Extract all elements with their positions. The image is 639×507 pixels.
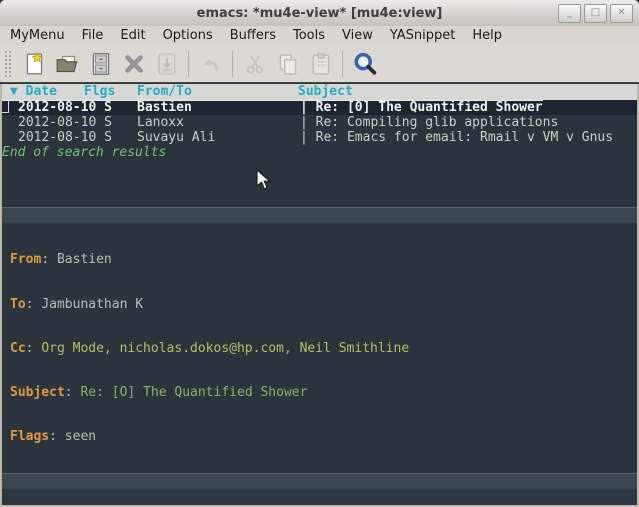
cut-icon — [242, 51, 268, 77]
toolbar-separator — [188, 51, 189, 77]
close-x-icon — [121, 51, 147, 77]
save-button[interactable] — [84, 48, 117, 80]
new-file-button[interactable] — [18, 48, 51, 80]
menu-item-tools[interactable]: Tools — [293, 28, 325, 43]
hollow-cursor — [1, 100, 9, 113]
row-subject: | Re: [0] The Quantified Shower — [300, 100, 543, 115]
header-row-selected[interactable]: 2012-08-10 S Bastien | Re: [0] The Quant… — [0, 100, 639, 115]
column-from[interactable]: From/To — [137, 84, 192, 100]
menu-bar: MyMenu File Edit Options Buffers Tools V… — [0, 26, 639, 45]
search-button[interactable] — [348, 48, 381, 80]
row-date-flags: 2012-08-10 S — [18, 100, 112, 115]
new-file-icon — [22, 51, 48, 77]
paste-button — [304, 48, 337, 80]
end-of-search-results: End of search results — [2, 145, 166, 160]
menu-item-view[interactable]: View — [342, 28, 373, 43]
mu4e-headers-buffer: ▼ Date Flgs From/To Subject 2012-08-10 S… — [0, 84, 639, 207]
row-date-flags: 2012-08-10 S — [18, 130, 112, 145]
emacs-window: emacs: *mu4e-view* [mu4e:view] _ □ ✕ MyM… — [0, 0, 639, 507]
message-header-cc: Cc: Org Mode, nicholas.dokos@hp.com, Nei… — [10, 342, 639, 357]
selected-row-underline — [2, 100, 543, 101]
message-header-flags: Flags: seen — [10, 430, 639, 445]
headers-mode-line: *mu4e-headers* ( 1, 0) [All/275] [mu4e-h… — [0, 207, 639, 223]
open-folder-icon — [55, 51, 81, 77]
headers-column-row: ▼ Date Flgs From/To Subject — [0, 84, 639, 100]
maximize-button[interactable]: □ — [584, 4, 607, 23]
toolbar-separator — [232, 51, 233, 77]
header-row[interactable]: 2012-08-10 S Lanoxx | Re: Compiling glib… — [0, 115, 639, 130]
save-as-icon — [154, 51, 180, 77]
menu-item-help[interactable]: Help — [472, 28, 502, 43]
row-sender: Bastien — [137, 100, 192, 115]
window-title: emacs: *mu4e-view* [mu4e:view] — [197, 6, 443, 21]
cut-button — [238, 48, 271, 80]
row-sender: Lanoxx — [137, 115, 184, 130]
message-header-to: To: Jambunathan K — [10, 298, 639, 313]
header-row[interactable]: 2012-08-10 S Suvayu Ali | Re: Emacs for … — [0, 130, 639, 145]
toolbar-separator — [342, 51, 343, 77]
minimize-button[interactable]: _ — [558, 4, 581, 23]
close-file-button[interactable] — [117, 48, 150, 80]
menu-item-options[interactable]: Options — [163, 28, 213, 43]
column-subject[interactable]: Subject — [298, 84, 353, 100]
column-date[interactable]: ▼ Date — [10, 84, 57, 100]
menu-item-edit[interactable]: Edit — [120, 28, 145, 43]
open-button[interactable] — [51, 48, 84, 80]
column-flags[interactable]: Flgs — [84, 84, 115, 100]
message-header-from: From: Bastien — [10, 253, 639, 268]
title-bar[interactable]: emacs: *mu4e-view* [mu4e:view] _ □ ✕ — [0, 0, 639, 27]
menu-item-buffers[interactable]: Buffers — [230, 28, 276, 43]
row-date-flags: 2012-08-10 S — [18, 115, 112, 130]
message-header-subject: Subject: Re: [O] The Quantified Shower — [10, 386, 639, 401]
copy-button — [271, 48, 304, 80]
toolbar-drag-handle[interactable] — [4, 50, 12, 78]
copy-icon — [275, 51, 301, 77]
window-controls: _ □ ✕ — [558, 4, 633, 23]
row-subject: | Re: Emacs for email: Rmail v VM v Gnus — [300, 130, 613, 145]
save-as-button[interactable] — [150, 48, 183, 80]
row-sender: Suvayu Ali — [137, 130, 215, 145]
undo-button — [194, 48, 227, 80]
row-subject: | Re: Compiling glib applications — [300, 115, 558, 130]
mouse-cursor — [256, 169, 272, 191]
paste-icon — [308, 51, 334, 77]
menu-item-yasnippet[interactable]: YASnippet — [390, 28, 456, 43]
search-icon — [351, 50, 379, 78]
menu-item-file[interactable]: File — [82, 28, 104, 43]
tool-bar — [0, 45, 639, 83]
close-button[interactable]: ✕ — [610, 4, 633, 23]
mu4e-view-buffer: From: Bastien To: Jambunathan K Cc: Org … — [0, 223, 639, 473]
undo-icon — [198, 51, 224, 77]
save-icon — [88, 51, 114, 77]
minibuffer[interactable] — [0, 489, 639, 505]
frame-edge — [0, 84, 2, 505]
menu-item-mymenu[interactable]: MyMenu — [10, 28, 65, 43]
view-mode-line: *mu4e-view* ( 1, 0) [All/372] [mu4e:view… — [0, 473, 639, 489]
